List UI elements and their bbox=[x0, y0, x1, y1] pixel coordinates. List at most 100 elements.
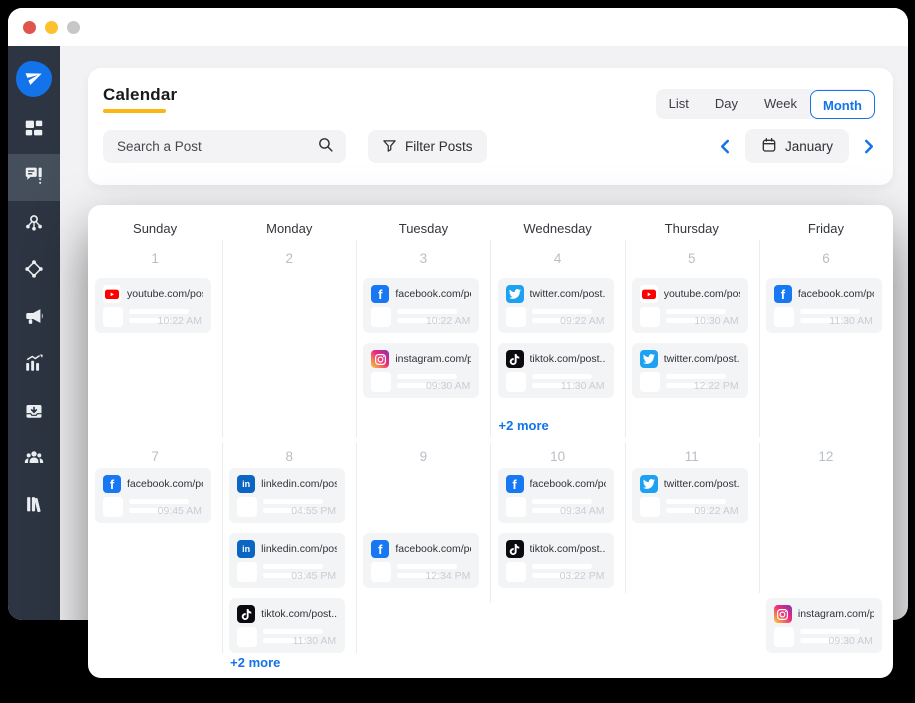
sidebar-item-inbox[interactable] bbox=[8, 389, 60, 436]
post-card-twitter[interactable]: twitter.com/post...09:22 AM bbox=[632, 468, 748, 523]
skeleton-line bbox=[532, 499, 592, 504]
post-card-youtube[interactable]: youtube.com/post...10:22 AM bbox=[95, 278, 211, 333]
sidebar-item-posts[interactable] bbox=[8, 154, 60, 201]
calendar-cell-5[interactable]: 5youtube.com/post...10:30 AMtwitter.com/… bbox=[625, 245, 759, 443]
day-header-wednesday: Wednesday bbox=[491, 221, 625, 236]
page-background: Calendar ListDayWeekMonth Filter Posts bbox=[0, 0, 915, 703]
post-card-facebook[interactable]: ffacebook.com/post...10:22 AM bbox=[363, 278, 479, 333]
tab-day[interactable]: Day bbox=[702, 89, 751, 119]
post-card-facebook[interactable]: ffacebook.com/post...12:34 PM bbox=[363, 533, 479, 588]
facebook-icon: f bbox=[371, 285, 389, 303]
post-card-instagram[interactable]: instagram.com/post.09:30 AM bbox=[766, 598, 882, 653]
calendar-cell-3[interactable]: 3ffacebook.com/post...10:22 AMinstagram.… bbox=[356, 245, 490, 443]
calendar-cell-8[interactable]: 8inlinkedin.com/post...04:55 PMinlinkedi… bbox=[222, 443, 356, 678]
view-switcher: ListDayWeekMonth bbox=[656, 89, 875, 119]
next-month-button[interactable] bbox=[863, 138, 875, 154]
post-card-header: instagram.com/post. bbox=[774, 605, 874, 623]
post-url: facebook.com/post... bbox=[395, 543, 471, 555]
post-url: linkedin.com/post... bbox=[261, 478, 337, 490]
tab-month[interactable]: Month bbox=[810, 90, 875, 119]
post-card-tiktok[interactable]: tiktok.com/post...03:22 PM bbox=[498, 533, 614, 588]
close-window-button[interactable] bbox=[23, 21, 36, 34]
column-divider bbox=[222, 240, 223, 437]
audience-icon bbox=[23, 446, 45, 473]
calendar-cell-12[interactable]: 12instagram.com/post.09:30 AM bbox=[759, 443, 893, 678]
cell-date-number: 9 bbox=[356, 449, 490, 464]
post-card-tiktok[interactable]: tiktok.com/post...11:30 AM bbox=[229, 598, 345, 653]
calendar-cell-9[interactable]: 9 ffacebook.com/post...12:34 PM bbox=[356, 443, 490, 678]
more-posts-link[interactable]: +2 more bbox=[499, 418, 549, 433]
calendar-cell-2[interactable]: 2 bbox=[222, 245, 356, 443]
post-card-header: twitter.com/post... bbox=[640, 475, 740, 493]
sidebar-item-library[interactable] bbox=[8, 483, 60, 530]
title-underline bbox=[103, 109, 166, 113]
sidebar-item-planner[interactable] bbox=[8, 248, 60, 295]
month-selector-button[interactable]: January bbox=[745, 129, 849, 163]
sidebar-item-megaphone[interactable] bbox=[8, 295, 60, 342]
post-time: 10:22 AM bbox=[426, 315, 470, 327]
post-thumbnail-placeholder bbox=[640, 307, 660, 327]
skeleton-line bbox=[532, 564, 592, 569]
sidebar-item-analytics[interactable] bbox=[8, 342, 60, 389]
column-divider bbox=[490, 240, 491, 437]
more-posts-link[interactable]: +2 more bbox=[230, 655, 280, 670]
column-divider bbox=[490, 443, 491, 603]
sidebar-item-dashboard[interactable] bbox=[8, 107, 60, 154]
sidebar-item-audience[interactable] bbox=[8, 436, 60, 483]
calendar-cell-10[interactable]: 10ffacebook.com/post...09:34 AMtiktok.co… bbox=[491, 443, 625, 678]
post-url: twitter.com/post... bbox=[664, 478, 740, 490]
day-header-tuesday: Tuesday bbox=[356, 221, 490, 236]
day-header-row: SundayMondayTuesdayWednesdayThursdayFrid… bbox=[88, 221, 893, 236]
calendar-cell-6[interactable]: 6ffacebook.com/post...11:30 AM bbox=[759, 245, 893, 443]
paper-plane-icon bbox=[26, 68, 43, 90]
post-card-header: twitter.com/post... bbox=[640, 350, 740, 368]
facebook-icon: f bbox=[103, 475, 121, 493]
post-card-linkedin[interactable]: inlinkedin.com/post...04:55 PM bbox=[229, 468, 345, 523]
filter-posts-button[interactable]: Filter Posts bbox=[368, 130, 487, 163]
tab-week[interactable]: Week bbox=[751, 89, 810, 119]
post-url: youtube.com/post... bbox=[664, 288, 740, 300]
cell-date-number: 4 bbox=[491, 251, 625, 266]
post-time: 03:45 PM bbox=[291, 570, 336, 582]
calendar-cell-7[interactable]: 7ffacebook.com/post...09:45 AM bbox=[88, 443, 222, 678]
previous-month-button[interactable] bbox=[719, 138, 731, 154]
instagram-icon bbox=[371, 350, 389, 368]
post-card-twitter[interactable]: twitter.com/post...09:22 AM bbox=[498, 278, 614, 333]
app-logo[interactable] bbox=[16, 61, 52, 97]
search-post-field[interactable] bbox=[103, 130, 346, 163]
post-url: facebook.com/post... bbox=[530, 478, 606, 490]
post-card-instagram[interactable]: instagram.com/post.09:30 AM bbox=[363, 343, 479, 398]
search-input[interactable] bbox=[115, 138, 317, 155]
column-divider bbox=[625, 443, 626, 593]
post-time: 12:22 PM bbox=[694, 380, 739, 392]
calendar-cell-11[interactable]: 11twitter.com/post...09:22 AM bbox=[625, 443, 759, 678]
post-card-twitter[interactable]: twitter.com/post... 12:22 PM bbox=[632, 343, 748, 398]
post-thumbnail-placeholder bbox=[774, 627, 794, 647]
post-time: 03:22 PM bbox=[560, 570, 605, 582]
post-url: facebook.com/post... bbox=[127, 478, 203, 490]
calendar-cell-4[interactable]: 4 twitter.com/post...09:22 AM tiktok.com/p… bbox=[491, 245, 625, 443]
tab-list[interactable]: List bbox=[656, 89, 702, 119]
minimize-window-button[interactable] bbox=[45, 21, 58, 34]
calendar-cell-1[interactable]: 1youtube.com/post...10:22 AM bbox=[88, 245, 222, 443]
facebook-icon: f bbox=[774, 285, 792, 303]
calendar-icon bbox=[761, 137, 777, 156]
tiktok-icon bbox=[506, 350, 524, 368]
post-card-linkedin[interactable]: inlinkedin.com/post...03:45 PM bbox=[229, 533, 345, 588]
post-card-header: youtube.com/post... bbox=[103, 285, 203, 303]
post-card-facebook[interactable]: ffacebook.com/post...11:30 AM bbox=[766, 278, 882, 333]
post-card-facebook[interactable]: ffacebook.com/post...09:34 AM bbox=[498, 468, 614, 523]
column-divider bbox=[759, 443, 760, 593]
post-card-youtube[interactable]: youtube.com/post...10:30 AM bbox=[632, 278, 748, 333]
sidebar-item-network[interactable] bbox=[8, 201, 60, 248]
post-thumbnail-placeholder bbox=[237, 497, 257, 517]
megaphone-icon bbox=[23, 305, 45, 332]
zoom-window-button[interactable] bbox=[67, 21, 80, 34]
post-time: 11:30 AM bbox=[829, 315, 873, 327]
post-url: instagram.com/post. bbox=[798, 608, 874, 620]
post-thumbnail-placeholder bbox=[103, 307, 123, 327]
column-divider bbox=[759, 240, 760, 437]
twitter-icon bbox=[506, 285, 524, 303]
post-card-tiktok[interactable]: tiktok.com/post...11:30 AM bbox=[498, 343, 614, 398]
post-card-facebook[interactable]: ffacebook.com/post...09:45 AM bbox=[95, 468, 211, 523]
